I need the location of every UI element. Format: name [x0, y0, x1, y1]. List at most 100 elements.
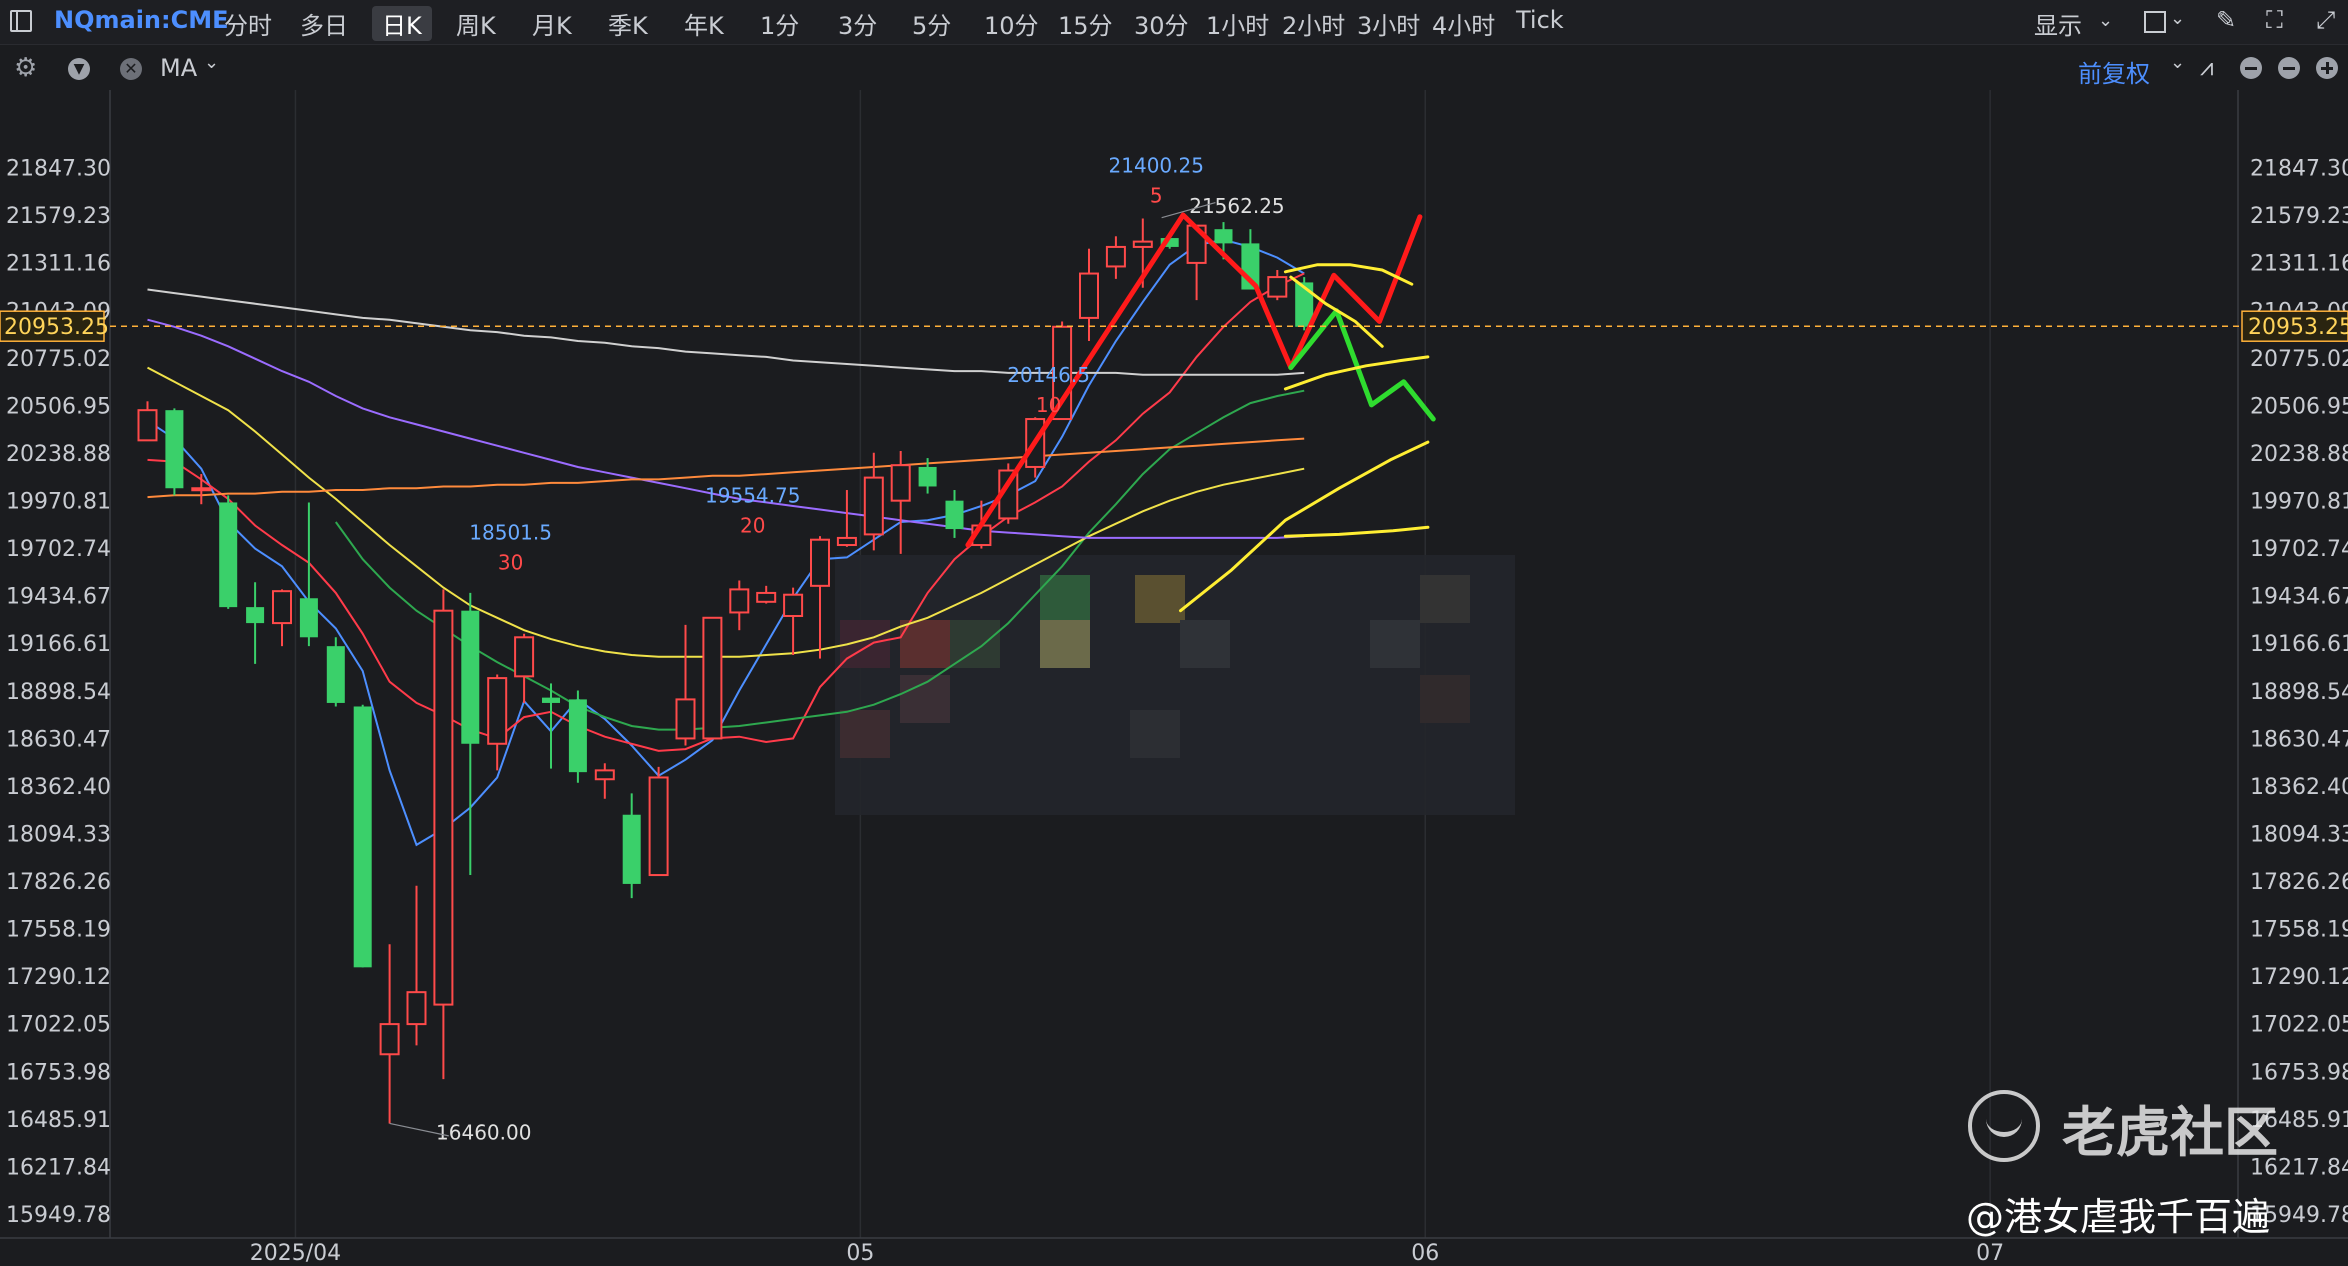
candle-body	[1105, 245, 1126, 268]
display-menu[interactable]: 显示	[2034, 6, 2082, 41]
tab-timeframe[interactable]: Tick	[1516, 6, 1564, 34]
symbol-label[interactable]: NQmain:CME	[54, 6, 229, 34]
candle	[219, 495, 238, 609]
chevron-down-icon[interactable]: ⌄	[2170, 8, 2185, 29]
y-tick-label: 16753.98	[6, 1060, 111, 1085]
layout-icon[interactable]	[10, 10, 32, 32]
y-tick-label: 19702.74	[2250, 537, 2348, 562]
candle	[326, 637, 345, 707]
y-tick-label: 18898.54	[6, 680, 111, 705]
annotation-label: 19554.75	[705, 483, 800, 507]
y-tick-label: 18898.54	[2250, 680, 2348, 705]
pen-icon[interactable]: ✎	[2216, 6, 2236, 34]
chart-type-icon[interactable]: ⩘	[2200, 53, 2214, 81]
y-tick-label: 20506.95	[2250, 394, 2348, 419]
tab-timeframe[interactable]: 3小时	[1357, 6, 1420, 41]
mosaic-cell	[1180, 620, 1230, 668]
y-tick-label: 20238.88	[6, 442, 111, 467]
y-tick-label: 17826.26	[2250, 870, 2348, 895]
y-tick-label: 17558.19	[2250, 918, 2348, 943]
chevron-down-icon[interactable]: ⌄	[2170, 52, 2185, 73]
tab-timeframe[interactable]: 5分	[912, 6, 951, 41]
y-tick-label: 20506.95	[6, 394, 111, 419]
x-tick-label: 2025/04	[250, 1241, 341, 1266]
gear-icon[interactable]: ⚙	[14, 53, 37, 83]
timeframe-toolbar: NQmain:CME 分时 多日 日K 周K 月K 季K 年K 1分 3分 5分 10分 15分 30分…	[0, 0, 2348, 45]
x-tick-label: 06	[1411, 1241, 1439, 1266]
y-tick-label: 16217.84	[6, 1155, 111, 1180]
indicator-bar: ⚙ ▼ ✕ MA ⌄ MA5:21250.05▾MA10:21265.85▴MA…	[0, 48, 2348, 128]
candle-body	[918, 466, 937, 487]
fullscreen-icon[interactable]: ⤢	[2316, 6, 2335, 34]
x-tick-label: 05	[846, 1241, 874, 1266]
y-tick-label: 16485.91	[6, 1108, 111, 1133]
tiger-logo-icon	[1968, 1090, 2040, 1162]
candle-body	[191, 487, 212, 492]
watermark-author: @港女虐我千百遍	[1966, 1195, 2271, 1239]
tab-timeframe[interactable]: 1小时	[1206, 6, 1269, 41]
tab-timeframe[interactable]: 分时	[224, 6, 272, 41]
y-tick-label: 21311.16	[6, 252, 111, 277]
minus-circle-icon[interactable]	[2278, 57, 2300, 79]
plus-circle-icon[interactable]	[2316, 57, 2338, 79]
tab-timeframe[interactable]: 30分	[1134, 6, 1189, 41]
tab-timeframe[interactable]: 季K	[608, 6, 648, 41]
candle-body	[783, 593, 804, 618]
annotation-period: 5	[1150, 183, 1163, 207]
tab-timeframe[interactable]: 月K	[532, 6, 572, 41]
hide-indicator-icon[interactable]: ▼	[68, 58, 90, 80]
obscured-region	[835, 555, 1515, 815]
tab-timeframe[interactable]: 日K	[372, 6, 432, 41]
tab-timeframe[interactable]: 15分	[1058, 6, 1113, 41]
candle-body	[890, 464, 911, 502]
rectangle-tool-icon[interactable]	[2144, 11, 2166, 33]
tab-timeframe[interactable]: 3分	[838, 6, 877, 41]
adjust-mode-select[interactable]: 前复权	[2078, 54, 2150, 89]
candle	[353, 704, 372, 968]
tab-timeframe[interactable]: 4小时	[1432, 6, 1495, 41]
candle	[648, 766, 669, 877]
watermark-brand: 老虎社区	[2062, 1101, 2278, 1164]
tab-timeframe[interactable]: 多日	[300, 6, 348, 41]
y-tick-label: 20775.02	[2250, 347, 2348, 372]
y-tick-label: 16753.98	[2250, 1060, 2348, 1085]
ma-selector[interactable]: MA	[160, 54, 197, 82]
y-tick-label: 18362.40	[2250, 775, 2348, 800]
annotation-label: 16460.00	[436, 1120, 531, 1144]
y-tick-label: 20775.02	[6, 347, 111, 372]
mosaic-cell	[1420, 575, 1470, 623]
y-tick-label: 17558.19	[6, 918, 111, 943]
mosaic-cell	[1370, 620, 1420, 668]
chevron-down-icon[interactable]: ⌄	[2098, 10, 2113, 31]
candle-body	[1079, 272, 1099, 319]
chevron-down-icon[interactable]: ⌄	[204, 52, 219, 73]
candle-body	[756, 591, 777, 603]
candle-body	[219, 502, 238, 608]
tab-timeframe[interactable]: 10分	[984, 6, 1039, 41]
candle-body	[648, 776, 669, 877]
y-tick-label: 18094.33	[2250, 822, 2348, 847]
current-price-label: 20953.25	[2248, 315, 2348, 340]
tab-timeframe[interactable]: 年K	[684, 6, 724, 41]
y-tick-label: 17290.12	[6, 965, 111, 990]
expand-icon[interactable]: ⛶	[2266, 6, 2283, 34]
price-chart[interactable]: 21400.25 5 20146.5 10 19554.75 20 18501.5 30 215…	[0, 90, 2348, 1266]
tab-timeframe[interactable]: 1分	[760, 6, 799, 41]
tab-timeframe[interactable]: 2小时	[1282, 6, 1345, 41]
candle-body	[729, 588, 750, 614]
y-tick-label: 21579.23	[2250, 204, 2348, 229]
tab-timeframe[interactable]: 周K	[456, 6, 496, 41]
mosaic-cell	[1135, 575, 1185, 623]
y-tick-label: 21847.30	[2250, 157, 2348, 182]
mosaic-cell	[1420, 675, 1470, 723]
close-indicator-icon[interactable]: ✕	[120, 58, 142, 80]
y-tick-label: 18630.47	[2250, 727, 2348, 752]
candle-body	[1267, 276, 1288, 298]
minus-circle-icon[interactable]	[2240, 57, 2262, 79]
y-tick-label: 17290.12	[2250, 965, 2348, 990]
y-tick-label: 20238.88	[2250, 442, 2348, 467]
y-tick-label: 17022.05	[2250, 1013, 2348, 1038]
y-tick-label: 19434.67	[6, 585, 111, 610]
candle-body	[622, 814, 641, 884]
y-tick-label: 17826.26	[6, 870, 111, 895]
